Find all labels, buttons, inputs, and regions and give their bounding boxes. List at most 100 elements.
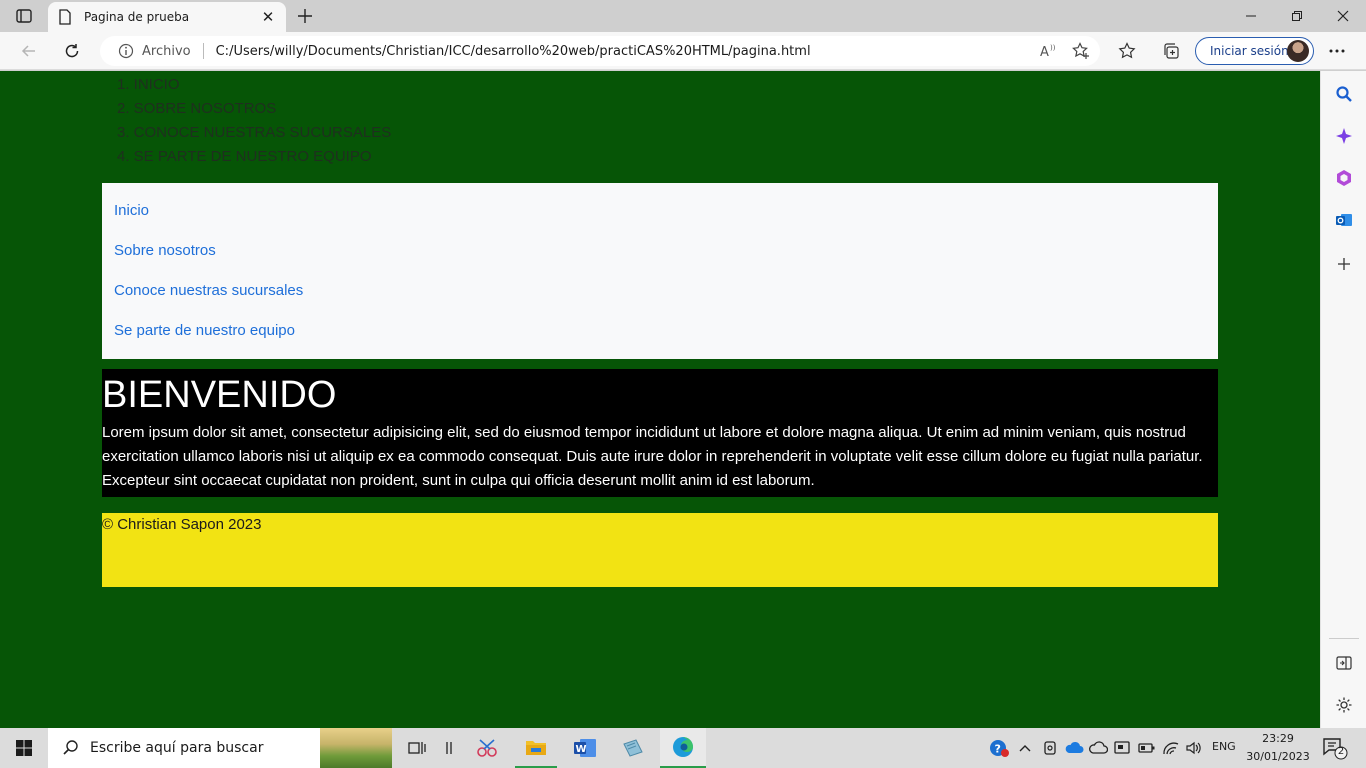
gear-icon <box>1336 697 1352 713</box>
file-explorer-button[interactable] <box>515 728 557 768</box>
widgets-button[interactable] <box>428 728 470 768</box>
address-divider <box>202 43 204 59</box>
page-icon <box>59 9 71 25</box>
scissors-icon <box>477 739 497 757</box>
onedrive-tray[interactable] <box>1088 728 1108 768</box>
notification-center-button[interactable]: 2 <box>1322 736 1348 760</box>
back-arrow-icon <box>21 45 35 57</box>
folder-icon <box>526 741 546 755</box>
collections-icon <box>1164 43 1179 59</box>
cloud-icon <box>1089 741 1108 754</box>
battery-tray[interactable] <box>1138 728 1156 768</box>
windows-logo-icon <box>16 740 32 756</box>
page-viewport: 1. INICIO 2. SOBRE NOSOTROS 3. CONOCE NU… <box>0 71 1320 728</box>
tab-actions-icon <box>16 9 32 23</box>
word-icon: W <box>574 739 596 757</box>
tab-actions-button[interactable] <box>8 4 40 28</box>
collections-button[interactable] <box>1156 37 1186 65</box>
collapse-sidebar-icon <box>1336 656 1352 670</box>
sidebar-hide-button[interactable] <box>1329 648 1359 678</box>
clock[interactable]: 23:29 30/01/2023 <box>1244 730 1312 766</box>
outlook-icon <box>1336 214 1352 226</box>
nav-link-equipo[interactable]: Se parte de nuestro equipo <box>114 319 1206 359</box>
info-icon[interactable] <box>118 43 134 59</box>
tab-strip: Pagina de prueba ✕ <box>0 0 1366 32</box>
welcome-heading: BIENVENIDO <box>102 374 337 416</box>
list-item: 4. SE PARTE DE NUESTRO EQUIPO <box>117 148 372 165</box>
list-item: 2. SOBRE NOSOTROS <box>117 100 277 117</box>
welcome-section: BIENVENIDO Lorem ipsum dolor sit amet, c… <box>102 369 1218 497</box>
refresh-button[interactable] <box>57 37 87 65</box>
tab-title: Pagina de prueba <box>84 10 190 24</box>
help-icon-tray[interactable]: ? <box>988 728 1010 768</box>
nav-link-inicio[interactable]: Inicio <box>114 199 1206 239</box>
search-highlight-illustration <box>320 728 392 768</box>
sidebar-copilot-button[interactable] <box>1329 121 1359 151</box>
security-label: Archivo <box>142 43 191 59</box>
notepad-icon <box>623 739 643 757</box>
network-tray[interactable] <box>1162 728 1180 768</box>
office-icon <box>1337 170 1351 186</box>
favorites-button[interactable] <box>1112 37 1142 65</box>
footer-copyright: © Christian Sapon 2023 <box>102 516 262 533</box>
settings-more-button[interactable] <box>1322 37 1352 65</box>
task-view-icon <box>408 742 426 754</box>
address-bar[interactable]: Archivo C:/Users/willy/Documents/Christi… <box>100 36 1100 66</box>
back-button[interactable] <box>14 37 44 65</box>
battery-icon <box>1138 743 1155 753</box>
close-tab-icon[interactable]: ✕ <box>260 8 276 26</box>
sidebar-divider <box>1329 638 1359 639</box>
close-window-button[interactable] <box>1320 0 1366 32</box>
search-icon <box>63 740 78 755</box>
chevron-up-icon <box>1019 745 1031 752</box>
nav-link-sobre-nosotros[interactable]: Sobre nosotros <box>114 239 1206 279</box>
system-tray-app[interactable] <box>1114 728 1132 768</box>
taskbar-search-box[interactable]: Escribe aquí para buscar <box>48 728 392 768</box>
svg-text:)): )) <box>1050 44 1056 52</box>
read-aloud-icon[interactable]: A)) <box>1040 43 1058 59</box>
sidebar-settings-button[interactable] <box>1329 690 1359 720</box>
nav-link-sucursales[interactable]: Conoce nuestras sucursales <box>114 279 1206 319</box>
snipping-tool-button[interactable] <box>466 728 508 768</box>
list-item: 1. INICIO <box>117 76 180 93</box>
sign-in-button[interactable]: Iniciar sesión <box>1195 37 1314 65</box>
sidebar-outlook-button[interactable] <box>1329 205 1359 235</box>
clock-time: 23:29 <box>1262 732 1294 745</box>
plus-icon <box>1338 258 1350 270</box>
search-placeholder: Escribe aquí para buscar <box>90 740 264 756</box>
onedrive-blue-tray[interactable] <box>1064 728 1084 768</box>
new-tab-button[interactable] <box>292 4 318 28</box>
speaker-icon <box>1186 741 1201 755</box>
minimize-button[interactable] <box>1228 0 1274 32</box>
refresh-icon <box>65 44 79 58</box>
active-tab[interactable]: Pagina de prueba ✕ <box>48 2 286 32</box>
add-favorite-icon[interactable] <box>1072 42 1090 60</box>
edge-icon <box>673 737 693 757</box>
language-indicator[interactable]: ENG <box>1212 740 1236 753</box>
sidebar-add-button[interactable] <box>1329 249 1359 279</box>
wifi-icon <box>1163 742 1179 755</box>
start-button[interactable] <box>0 728 48 768</box>
sidebar-search-button[interactable] <box>1329 79 1359 109</box>
minimize-icon <box>1246 15 1256 17</box>
show-hidden-icons-button[interactable] <box>1018 728 1032 768</box>
cloud-blue-icon <box>1065 741 1084 753</box>
volume-tray[interactable] <box>1185 728 1203 768</box>
browser-toolbar: Archivo C:/Users/willy/Documents/Christi… <box>0 32 1366 70</box>
list-item: 3. CONOCE NUESTRAS SUCURSALES <box>117 124 392 141</box>
notepad-app-button[interactable] <box>612 728 654 768</box>
restore-icon <box>1292 11 1302 21</box>
sidebar-office-button[interactable] <box>1329 163 1359 193</box>
word-button[interactable]: W <box>564 728 606 768</box>
notification-count: 2 <box>1337 746 1345 757</box>
divider-icon <box>446 742 452 754</box>
url-text[interactable]: C:/Users/willy/Documents/Christian/ICC/d… <box>216 44 1040 59</box>
nav-links-box: Inicio Sobre nosotros Conoce nuestras su… <box>102 183 1218 359</box>
restore-button[interactable] <box>1274 0 1320 32</box>
help-icon: ? <box>990 740 1009 757</box>
edge-browser-button[interactable] <box>660 728 706 768</box>
search-icon <box>1336 86 1352 102</box>
profile-avatar <box>1287 40 1309 62</box>
display-tray-icon <box>1114 741 1130 754</box>
meet-now-tray[interactable] <box>1042 728 1058 768</box>
